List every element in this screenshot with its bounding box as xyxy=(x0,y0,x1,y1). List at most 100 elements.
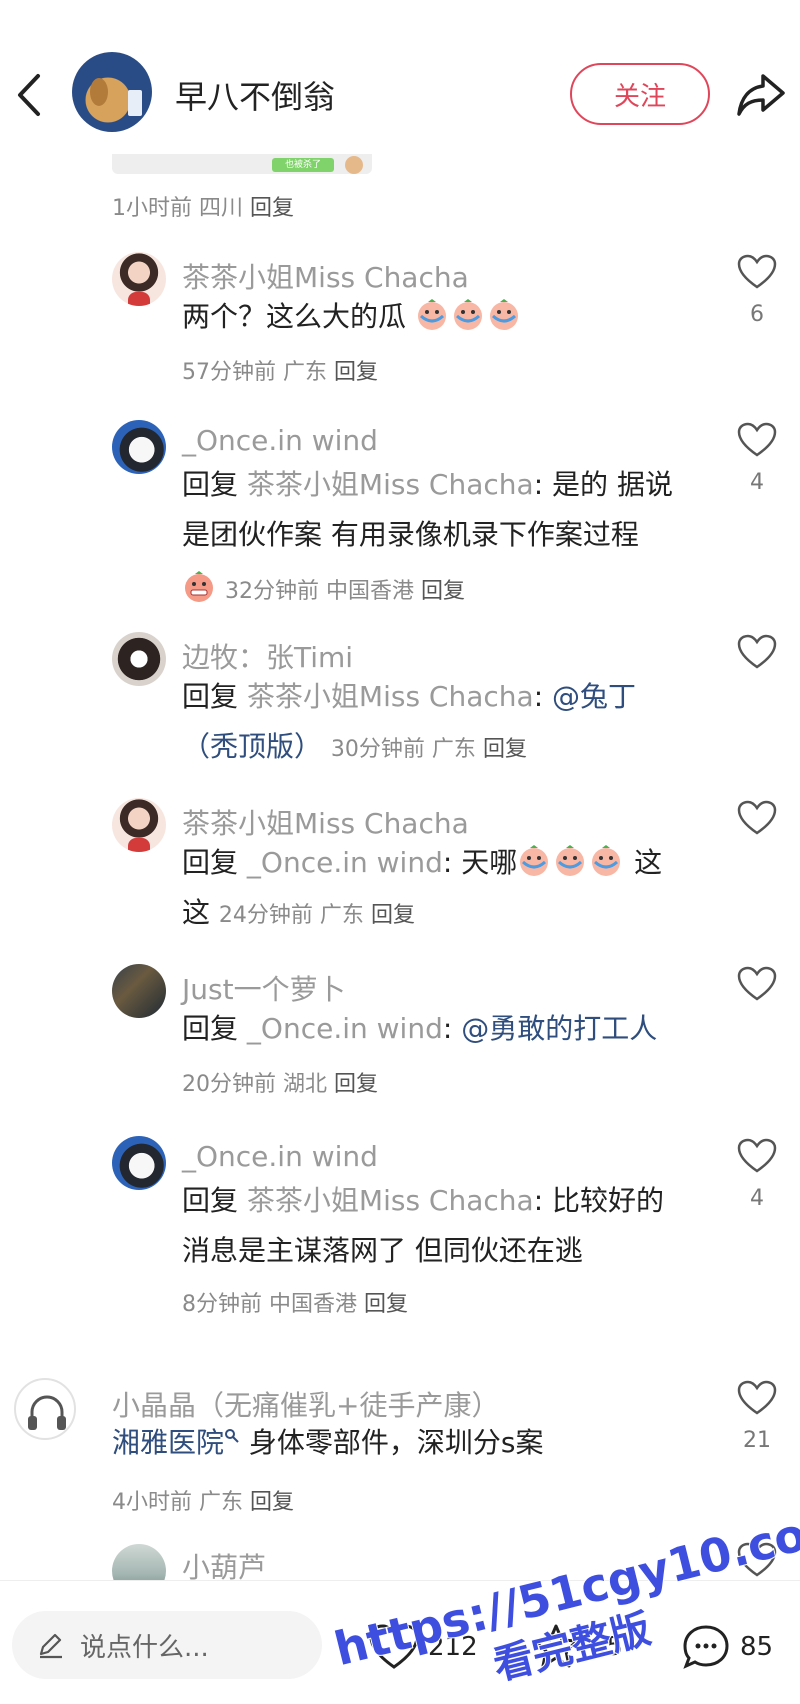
chevron-left-icon xyxy=(18,74,40,116)
comment-text: 回复 茶茶小姐Miss Chacha: 比较好的 消息是主谋落网了 但同伙还在逃 xyxy=(182,1184,665,1267)
list-item: 边牧：张Timi 回复 茶茶小姐Miss Chacha: @兔丁 （秃顶版） 3… xyxy=(0,630,800,780)
comment-bubble-icon xyxy=(683,1625,729,1669)
comment-meta: 20分钟前 湖北 回复 xyxy=(182,1072,379,1097)
comment-meta: 57分钟前 广东 回复 xyxy=(182,360,379,385)
avatar[interactable] xyxy=(112,1544,166,1580)
reply-button[interactable]: 回复 xyxy=(334,1072,378,1097)
comment-username[interactable]: 边牧：张Timi xyxy=(182,636,353,676)
crying-emoji xyxy=(556,845,585,876)
crying-emoji xyxy=(592,845,621,876)
heart-icon xyxy=(737,422,777,457)
author-avatar[interactable] xyxy=(72,52,152,132)
comment-input-placeholder: 说点什么... xyxy=(80,1632,209,1663)
reply-button[interactable]: 回复 xyxy=(250,1490,294,1515)
heart-icon xyxy=(737,634,777,669)
like-button[interactable]: 4 xyxy=(736,1138,778,1211)
author-username[interactable]: 早八不倒翁 xyxy=(175,72,335,118)
crying-emoji-group xyxy=(406,299,523,333)
avatar[interactable] xyxy=(14,1378,76,1440)
like-button[interactable] xyxy=(736,634,778,674)
comment-username[interactable]: Just一个萝卜 xyxy=(182,968,346,1008)
post-favorite-count: 65 xyxy=(590,1632,624,1662)
heart-icon xyxy=(737,254,777,289)
back-button[interactable] xyxy=(10,70,50,120)
list-item: Just一个萝卜 回复 _Once.in wind: @勇敢的打工人 20分钟前… xyxy=(0,962,800,1097)
reply-to-username[interactable]: 茶茶小姐Miss Chacha xyxy=(247,468,534,501)
post-like-button[interactable]: 212 xyxy=(368,1619,478,1675)
mention-link[interactable]: @勇敢的打工人 xyxy=(461,1012,657,1045)
grimace-emoji xyxy=(185,571,213,602)
list-item: 茶茶小姐Miss Chacha 两个？这么大的瓜 57分钟前 广东 回复 6 xyxy=(0,250,800,400)
avatar[interactable] xyxy=(112,420,166,474)
list-item: 小晶晶（无痛催乳+徒手产康） 湘雅医院 身体零部件，深圳分s案 4小时前 广东 … xyxy=(0,1376,800,1516)
comment-username[interactable]: 小葫芦 xyxy=(182,1546,266,1580)
mention-link[interactable]: @兔丁 xyxy=(552,680,636,713)
like-count: 4 xyxy=(750,1186,764,1211)
headphone-icon xyxy=(28,1395,66,1430)
like-button[interactable] xyxy=(736,1542,778,1580)
share-button[interactable] xyxy=(735,68,787,120)
like-button[interactable] xyxy=(736,966,778,1006)
avatar[interactable] xyxy=(112,798,166,852)
comment-input[interactable]: 说点什么... xyxy=(12,1611,322,1679)
comment-meta: 4小时前 广东 回复 xyxy=(112,1490,295,1515)
comment-username[interactable]: 茶茶小姐Miss Chacha xyxy=(182,802,469,842)
search-mini-icon xyxy=(225,1429,239,1443)
comment-text: 回复 _Once.in wind: @勇敢的打工人 xyxy=(182,1012,658,1045)
pencil-icon xyxy=(39,1633,62,1659)
like-button[interactable]: 4 xyxy=(736,422,778,495)
share-arrow-icon xyxy=(737,74,785,116)
search-keyword-link[interactable]: 湘雅医院 xyxy=(112,1426,224,1459)
reply-to-username[interactable]: _Once.in wind xyxy=(247,1012,443,1045)
avatar[interactable] xyxy=(112,632,166,686)
comment-username[interactable]: 茶茶小姐Miss Chacha xyxy=(182,256,469,296)
reply-button[interactable]: 回复 xyxy=(371,903,415,928)
like-button[interactable] xyxy=(736,800,778,840)
comment-meta: 30分钟前 广东 回复 xyxy=(330,737,527,762)
comment-meta: 24分钟前 广东 回复 xyxy=(218,903,415,928)
avatar[interactable] xyxy=(112,1136,166,1190)
reply-button[interactable]: 回复 xyxy=(364,1292,408,1317)
bottom-action-bar: 说点什么... 212 65 85 xyxy=(0,1580,800,1704)
comment-text: 回复 茶茶小姐Miss Chacha: 是的 据说 是团伙作案 有用录像机录下作… xyxy=(182,468,673,551)
avatar[interactable] xyxy=(112,252,166,306)
reply-button[interactable]: 回复 xyxy=(483,737,527,762)
heart-icon xyxy=(737,966,777,1001)
mention-link[interactable]: （秃顶版） xyxy=(182,730,322,763)
heart-icon xyxy=(369,1624,419,1669)
comment-text: 回复 茶茶小姐Miss Chacha: @兔丁 （秃顶版） 30分钟前 广东 回… xyxy=(182,680,637,763)
reply-button[interactable]: 回复 xyxy=(421,579,465,604)
reply-to-username[interactable]: 茶茶小姐Miss Chacha xyxy=(247,1184,534,1217)
list-item: _Once.in wind 回复 茶茶小姐Miss Chacha: 是的 据说 … xyxy=(0,418,800,608)
crying-emoji xyxy=(489,299,518,330)
like-button[interactable]: 21 xyxy=(736,1380,778,1453)
heart-icon xyxy=(737,800,777,835)
comment-username[interactable]: _Once.in wind xyxy=(182,1140,378,1173)
reply-to-username[interactable]: 茶茶小姐Miss Chacha xyxy=(247,680,534,713)
list-item: 茶茶小姐Miss Chacha 回复 _Once.in wind: 天哪 这 这… xyxy=(0,796,800,946)
star-icon xyxy=(533,1624,579,1668)
comment-meta: 1小时前 四川 回复 xyxy=(112,196,295,221)
comment-image-thumbnail[interactable]: 也被杀了 xyxy=(112,154,372,174)
post-comment-button[interactable]: 85 xyxy=(680,1619,773,1675)
follow-button[interactable]: 关注 xyxy=(570,63,710,125)
reply-button[interactable]: 回复 xyxy=(334,360,378,385)
heart-icon xyxy=(737,1542,777,1577)
comment-text: 回复 _Once.in wind: 天哪 这 这 24分钟前 广东 回复 xyxy=(182,845,663,929)
comment-meta: 32分钟前 中国香港 回复 xyxy=(182,570,465,605)
crying-emoji xyxy=(453,299,482,330)
post-comment-count: 85 xyxy=(740,1632,774,1662)
post-favorite-button[interactable]: 65 xyxy=(530,1619,623,1675)
avatar[interactable] xyxy=(112,964,166,1018)
heart-icon xyxy=(737,1138,777,1173)
comment-username[interactable]: _Once.in wind xyxy=(182,424,378,457)
like-count: 21 xyxy=(743,1428,771,1453)
like-count: 6 xyxy=(750,302,764,327)
reply-to-username[interactable]: _Once.in wind xyxy=(247,846,443,879)
like-button[interactable]: 6 xyxy=(736,254,778,327)
list-item: 小葫芦 xyxy=(0,1540,800,1580)
like-count: 4 xyxy=(750,470,764,495)
comment-meta: 8分钟前 中国香港 回复 xyxy=(182,1292,409,1317)
comment-text: 湘雅医院 身体零部件，深圳分s案 xyxy=(112,1426,544,1459)
reply-button[interactable]: 回复 xyxy=(250,196,294,221)
